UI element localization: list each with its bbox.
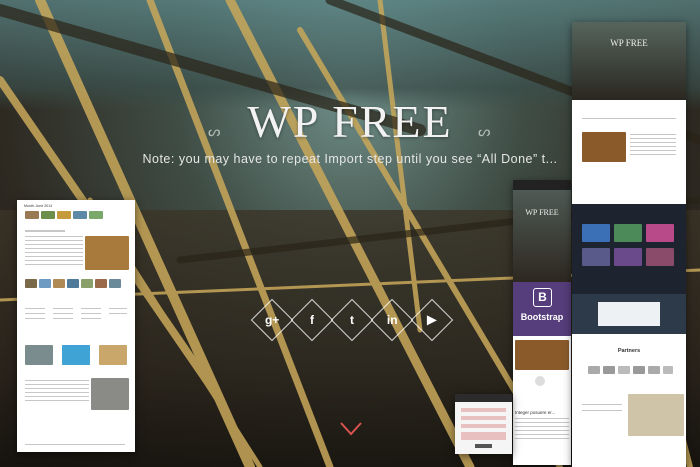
contact-form-mockup — [455, 394, 512, 454]
deer-photo — [85, 236, 129, 270]
puppy-photo — [628, 394, 684, 436]
bootstrap-logo: B Bootstrap — [513, 282, 571, 336]
ornament-right-icon: ᔕ — [478, 123, 491, 139]
horse-photo-large — [582, 132, 626, 162]
phone-title: WP FREE — [525, 208, 559, 217]
phone-mockup: WP FREE B Bootstrap Integer posuere er..… — [513, 180, 571, 465]
left-page-mockup: Month: June 2014 — [17, 200, 135, 452]
camel-photo — [99, 345, 127, 365]
team-section — [572, 204, 686, 294]
turtle-photo — [25, 345, 53, 365]
koala-photo — [91, 378, 129, 410]
scroll-down-chevron-icon[interactable] — [340, 422, 362, 436]
right-mockup-title: WP FREE — [610, 38, 648, 48]
partners-heading: Partners — [617, 348, 641, 354]
phone-quote: Integer posuere er... — [515, 410, 556, 415]
left-mockup-header: Month: June 2014 — [24, 204, 53, 208]
horse-photo — [515, 340, 569, 370]
ornament-left-icon: ᔕ — [208, 123, 221, 139]
right-page-mockup: WP FREE Partners — [572, 22, 686, 467]
sea-photo — [62, 345, 90, 365]
